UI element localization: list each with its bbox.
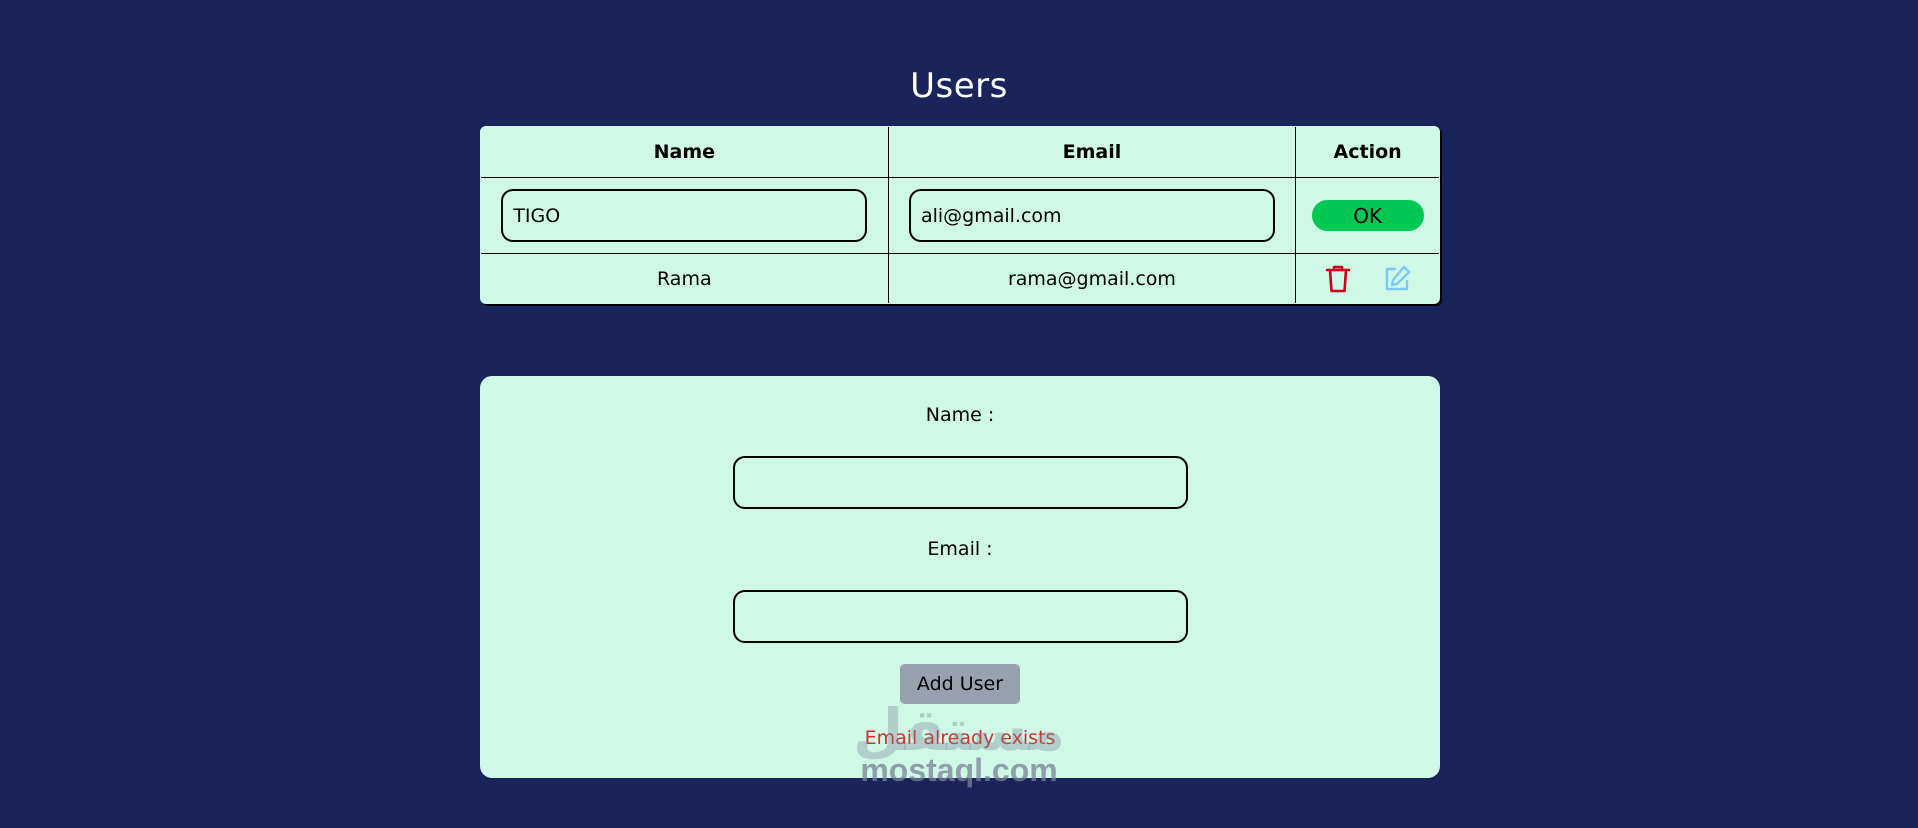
- column-header-action: Action: [1295, 127, 1439, 178]
- table-row-editing: OK: [481, 177, 1439, 254]
- edit-email-cell: [887, 177, 1297, 254]
- edit-action-cell: OK: [1295, 177, 1439, 254]
- name-label: Name :: [925, 404, 995, 426]
- name-input[interactable]: [733, 456, 1188, 509]
- column-header-email: Email: [887, 127, 1297, 178]
- email-label: Email :: [927, 538, 993, 560]
- table-row: Rama rama@gmail.com: [481, 253, 1439, 303]
- page-title: Users: [910, 66, 1008, 106]
- email-input[interactable]: [733, 590, 1188, 643]
- users-table: Name Email Action OK Rama rama@gmail.com: [480, 126, 1440, 304]
- error-message: Email already exists: [864, 727, 1056, 749]
- table-header-row: Name Email Action: [481, 127, 1439, 178]
- user-email-cell: rama@gmail.com: [887, 253, 1297, 303]
- edit-email-input[interactable]: [908, 189, 1275, 242]
- ok-button[interactable]: OK: [1311, 200, 1424, 231]
- add-user-button[interactable]: Add User: [900, 664, 1020, 704]
- column-header-name: Name: [481, 127, 889, 178]
- user-name-cell: Rama: [481, 253, 889, 303]
- user-action-cell: [1295, 253, 1439, 303]
- edit-name-cell: [481, 177, 889, 254]
- add-user-form: Name : Email : Add User Email already ex…: [480, 376, 1440, 778]
- edit-icon[interactable]: [1381, 263, 1413, 295]
- edit-name-input[interactable]: [501, 189, 868, 242]
- trash-icon[interactable]: [1322, 263, 1354, 295]
